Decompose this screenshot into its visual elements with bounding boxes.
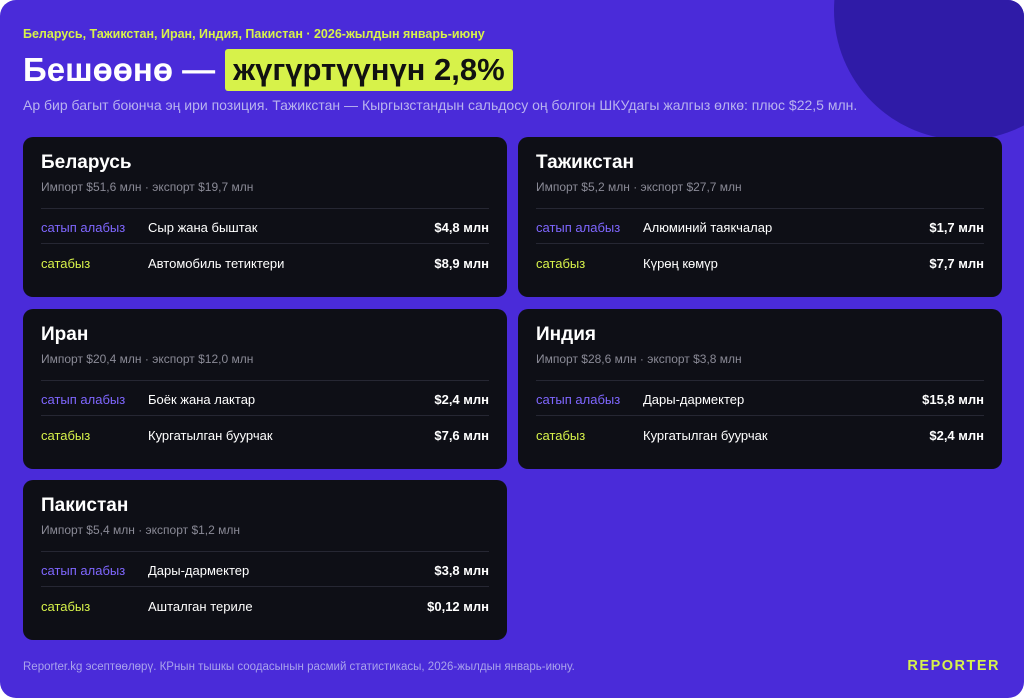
country-name: Индия (536, 324, 596, 345)
country-name: Тажикстан (536, 152, 635, 173)
role-label: сатып алабыз (536, 391, 621, 407)
trade-totals: Импорт $28,6 млн · экспорт $3,8 млн (536, 352, 742, 366)
decorative-circle (834, 0, 1024, 140)
product-name: Автомобиль тетиктери (148, 255, 285, 271)
divider (536, 243, 984, 244)
divider (41, 586, 489, 587)
product-name: Кургатылган буурчак (148, 427, 273, 443)
role-label: сатабыз (536, 427, 586, 443)
country-name: Иран (41, 324, 89, 345)
title-highlight: жүгүртүүнүн 2,8% (225, 49, 513, 91)
role-label: сатабыз (536, 255, 586, 271)
product-name: Сыр жана быштак (148, 219, 258, 235)
product-value: $15,8 млн (922, 391, 984, 407)
product-value: $4,8 млн (434, 219, 489, 235)
country-card-pakistan: Пакистан Импорт $5,4 млн · экспорт $1,2 … (23, 480, 507, 640)
export-row: сатабыз Кургатылган буурчак $2,4 млн (536, 425, 984, 445)
country-name: Беларусь (41, 152, 132, 173)
import-row: сатып алабыз Сыр жана быштак $4,8 млн (41, 217, 489, 237)
divider (41, 380, 489, 381)
product-name: Дары-дармектер (148, 562, 250, 578)
product-value: $7,6 млн (434, 427, 489, 443)
country-card-belarus: Беларусь Импорт $51,6 млн · экспорт $19,… (23, 137, 507, 297)
product-value: $8,9 млн (434, 255, 489, 271)
country-card-india: Индия Импорт $28,6 млн · экспорт $3,8 мл… (518, 309, 1002, 469)
brand-logo: REPORTER (907, 658, 1000, 674)
divider (41, 415, 489, 416)
import-row: сатып алабыз Дары-дармектер $15,8 млн (536, 389, 984, 409)
subtitle: Ар бир багыт боюнча эң ири позиция. Тажи… (23, 97, 858, 113)
import-row: сатып алабыз Дары-дармектер $3,8 млн (41, 560, 489, 580)
export-row: сатабыз Күрөң көмүр $7,7 млн (536, 253, 984, 273)
role-label: сатып алабыз (536, 219, 621, 235)
import-row: сатып алабыз Боёк жана лактар $2,4 млн (41, 389, 489, 409)
export-row: сатабыз Кургатылган буурчак $7,6 млн (41, 425, 489, 445)
role-label: сатабыз (41, 427, 91, 443)
product-value: $7,7 млн (929, 255, 984, 271)
import-row: сатып алабыз Алюминий таякчалар $1,7 млн (536, 217, 984, 237)
export-row: сатабыз Автомобиль тетиктери $8,9 млн (41, 253, 489, 273)
product-name: Дары-дармектер (643, 391, 745, 407)
role-label: сатабыз (41, 255, 91, 271)
product-name: Кургатылган буурчак (643, 427, 768, 443)
role-label: сатып алабыз (41, 391, 126, 407)
product-value: $0,12 млн (427, 598, 489, 614)
product-value: $2,4 млн (434, 391, 489, 407)
trade-totals: Импорт $5,2 млн · экспорт $27,7 млн (536, 180, 742, 194)
source-note: Reporter.kg эсептөөлөрү. КРнын тышкы соо… (23, 661, 575, 673)
divider (536, 208, 984, 209)
kicker: Беларусь, Тажикстан, Иран, Индия, Пакист… (23, 27, 485, 41)
product-name: Ашталган териле (148, 598, 253, 614)
trade-totals: Импорт $20,4 млн · экспорт $12,0 млн (41, 352, 254, 366)
divider (536, 380, 984, 381)
country-card-iran: Иран Импорт $20,4 млн · экспорт $12,0 мл… (23, 309, 507, 469)
divider (41, 208, 489, 209)
product-name: Күрөң көмүр (643, 255, 718, 271)
product-name: Алюминий таякчалар (643, 219, 773, 235)
divider (41, 551, 489, 552)
product-name: Боёк жана лактар (148, 391, 256, 407)
page-title: Бешөөнө — жүгүртүүнүн 2,8% (23, 48, 513, 92)
title-main: Бешөөнө — (23, 51, 216, 88)
trade-totals: Импорт $51,6 млн · экспорт $19,7 млн (41, 180, 254, 194)
divider (41, 243, 489, 244)
role-label: сатып алабыз (41, 219, 126, 235)
role-label: сатып алабыз (41, 562, 126, 578)
country-card-tajikistan: Тажикстан Импорт $5,2 млн · экспорт $27,… (518, 137, 1002, 297)
role-label: сатабыз (41, 598, 91, 614)
product-value: $2,4 млн (929, 427, 984, 443)
export-row: сатабыз Ашталган териле $0,12 млн (41, 596, 489, 616)
infographic-frame: Беларусь, Тажикстан, Иран, Индия, Пакист… (0, 0, 1024, 698)
country-name: Пакистан (41, 495, 129, 516)
trade-totals: Импорт $5,4 млн · экспорт $1,2 млн (41, 523, 241, 537)
product-value: $1,7 млн (929, 219, 984, 235)
divider (536, 415, 984, 416)
product-value: $3,8 млн (434, 562, 489, 578)
